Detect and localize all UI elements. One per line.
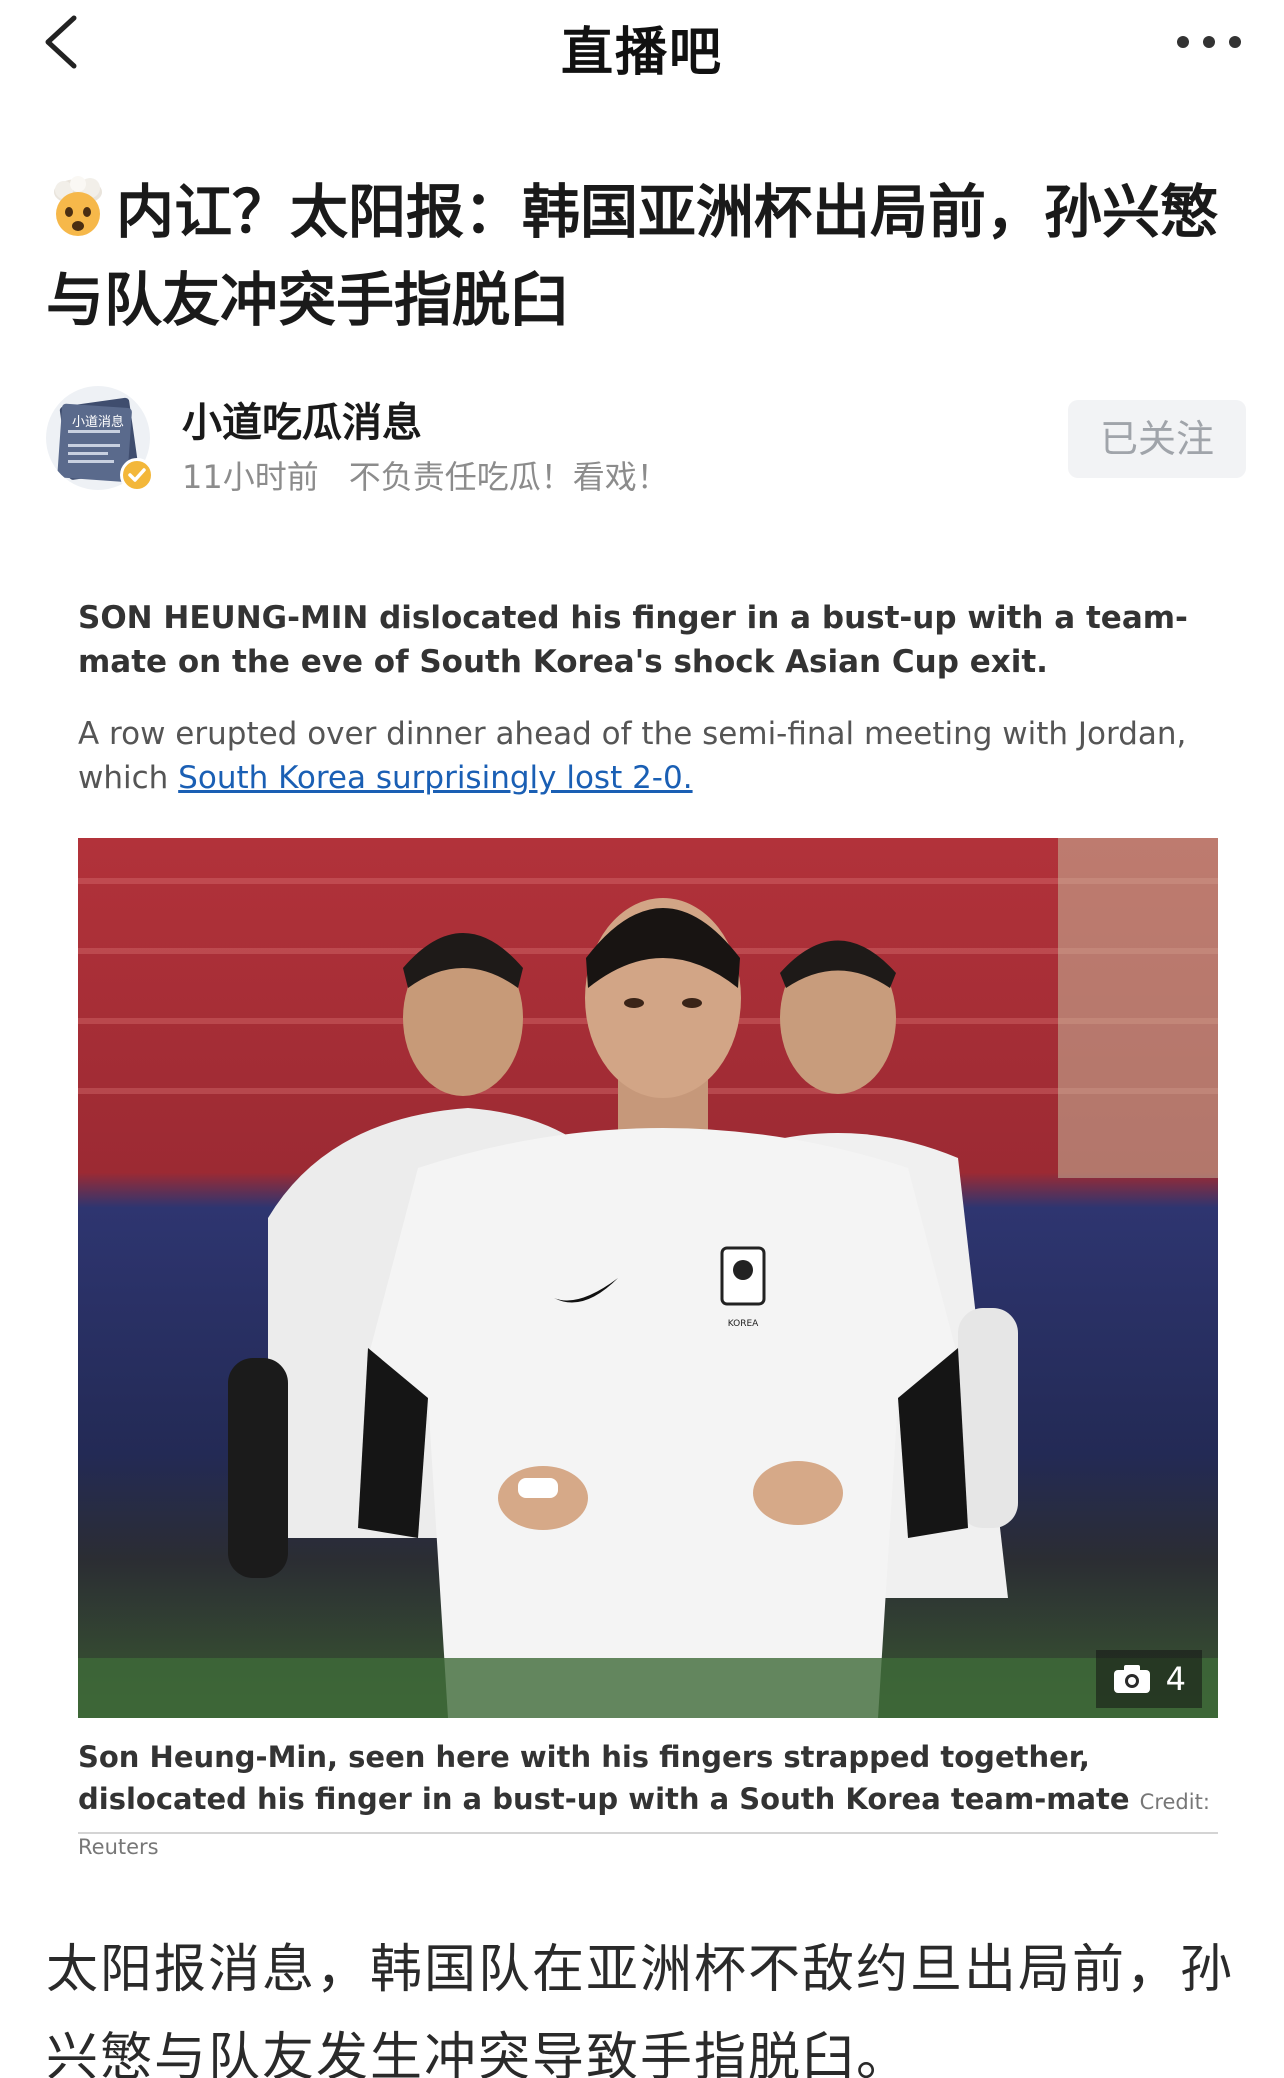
author-name[interactable]: 小道吃瓜消息 bbox=[182, 390, 422, 448]
author-meta: 11小时前 不负责任吃瓜！看戏！ bbox=[182, 452, 669, 498]
news-photo[interactable]: KOREA 4 bbox=[78, 838, 1218, 1718]
author-bio: 不负责任吃瓜！看戏！ bbox=[348, 458, 669, 496]
verified-badge-icon bbox=[120, 458, 154, 492]
news-result-link[interactable]: South Korea surprisingly lost 2-0. bbox=[178, 760, 692, 796]
camera-icon bbox=[1113, 1665, 1150, 1693]
photo-caption: Son Heung-Min, seen here with his finger… bbox=[78, 1736, 1228, 1868]
more-options-button[interactable] bbox=[1174, 22, 1244, 62]
top-nav-bar: 直播吧 bbox=[0, 0, 1284, 84]
photo-count-badge[interactable]: 4 bbox=[1095, 1650, 1202, 1708]
post-time: 11小时前 bbox=[182, 458, 319, 496]
jersey-crest-text: KOREA bbox=[728, 1319, 759, 1329]
embedded-news-screenshot: SON HEUNG-MIN dislocated his finger in a… bbox=[78, 596, 1218, 1859]
photo-count: 4 bbox=[1165, 1660, 1186, 1698]
news-paragraph: A row erupted over dinner ahead of the s… bbox=[78, 712, 1218, 800]
follow-button[interactable]: 已关注 bbox=[1068, 400, 1246, 478]
app-brand-title: 直播吧 bbox=[560, 23, 723, 83]
article-title-text: 内讧？太阳报：韩国亚洲杯出局前，孙兴慜与队友冲突手指脱臼 bbox=[46, 178, 1219, 334]
photo-caption-text: Son Heung-Min, seen here with his finger… bbox=[78, 1740, 1130, 1816]
embed-divider bbox=[78, 1832, 1218, 1834]
article-body: 太阳报消息，韩国队在亚洲杯不敌约旦出局前，孙兴慜与队友发生冲突导致手指脱臼。 bbox=[46, 1940, 1235, 2078]
author-row: 小道消息 小道吃瓜消息 11小时前 不负责任吃瓜！看戏！ 已关注 bbox=[46, 386, 1246, 496]
news-lede: SON HEUNG-MIN dislocated his finger in a… bbox=[78, 600, 1188, 680]
more-dots-icon bbox=[1177, 36, 1241, 48]
players-training-photo: KOREA bbox=[78, 838, 1218, 1718]
exploding-head-emoji-icon bbox=[46, 176, 110, 240]
article-title: 内讧？太阳报：韩国亚洲杯出局前，孙兴慜与队友冲突手指脱臼 bbox=[46, 168, 1246, 344]
avatar-label: 小道消息 bbox=[72, 414, 124, 430]
